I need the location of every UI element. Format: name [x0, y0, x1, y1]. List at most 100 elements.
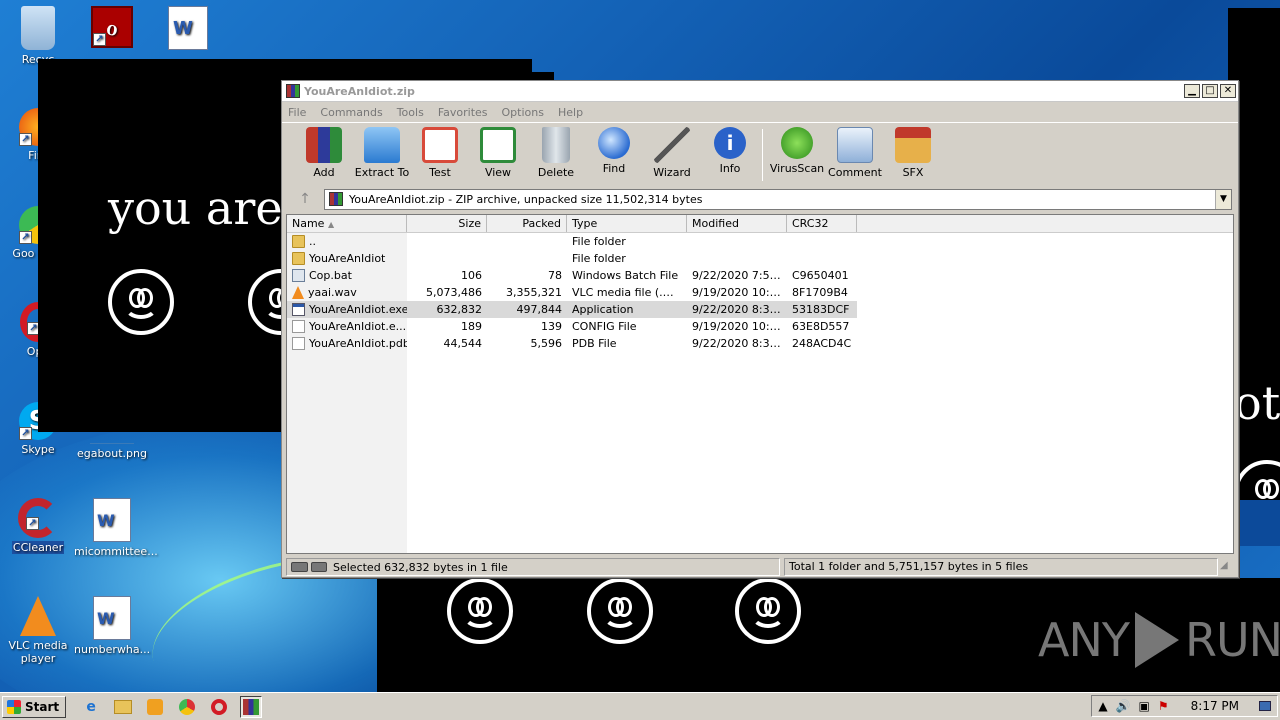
explorer-icon[interactable] — [112, 696, 134, 718]
file-name: YouAreAnIdiot.e... — [287, 320, 407, 333]
add-button[interactable]: Add — [296, 127, 352, 179]
volume-icon[interactable]: 🔊 — [1116, 699, 1131, 713]
file-size: 189 — [461, 320, 482, 333]
file-row[interactable]: Cop.bat 106 78 Windows Batch File 9/22/2020 … — [287, 267, 1233, 284]
menu-bar: File Commands Tools Favorites Options He… — [282, 102, 1238, 122]
media-player-icon[interactable] — [144, 696, 166, 718]
chevron-down-icon[interactable]: ▼ — [1215, 189, 1231, 209]
start-button[interactable]: Start — [2, 695, 67, 718]
smiley-icon — [1234, 460, 1280, 500]
desktop-icon-word[interactable]: W — [150, 6, 226, 53]
smiley-icon — [587, 578, 653, 644]
file-crc32: 53183DCF — [792, 303, 850, 316]
desktop-icon-micommittee[interactable]: W micommittee... — [74, 498, 158, 558]
file-list[interactable]: Name ▲ Size Packed Type Modified CRC32 .… — [286, 214, 1234, 554]
file-modified: 9/19/2020 10:4... — [692, 286, 787, 299]
info-button[interactable]: i Info — [702, 127, 758, 175]
file-modified: 9/19/2020 10:5... — [692, 320, 787, 333]
show-hidden-icons-icon[interactable]: ▲ — [1098, 699, 1107, 713]
column-name[interactable]: Name ▲ — [287, 215, 407, 232]
file-row[interactable]: yaai.wav 5,073,486 3,355,321 VLC media file… — [287, 284, 1233, 301]
file-packed: 3,355,321 — [506, 286, 562, 299]
menu-tools[interactable]: Tools — [397, 106, 424, 119]
file-crc32: 63E8D557 — [792, 320, 850, 333]
file-row[interactable]: .. File folder — [287, 233, 1233, 250]
minimize-button[interactable]: ▁ — [1184, 84, 1200, 98]
menu-favorites[interactable]: Favorites — [438, 106, 488, 119]
flag-icon[interactable]: ⚑ — [1158, 699, 1169, 713]
virusscan-button[interactable]: VirusScan — [769, 127, 825, 175]
menu-commands[interactable]: Commands — [320, 106, 382, 119]
column-type[interactable]: Type — [567, 215, 687, 232]
winrar-icon — [286, 84, 300, 98]
show-desktop-icon[interactable] — [1259, 701, 1271, 711]
menu-help[interactable]: Help — [558, 106, 583, 119]
extract-to-button[interactable]: Extract To — [354, 127, 410, 179]
virusscan-icon — [781, 127, 813, 159]
opera-icon[interactable] — [208, 696, 230, 718]
wav-file-icon — [292, 286, 304, 299]
file-modified: 9/22/2020 7:53... — [692, 269, 787, 282]
maximize-button[interactable]: □ — [1202, 84, 1218, 98]
vlc-icon — [20, 596, 56, 636]
resize-grip-icon[interactable]: ◢ — [1220, 560, 1234, 574]
recycle-bin-icon — [21, 6, 55, 50]
desktop-icon-numberwha[interactable]: W numberwha... — [74, 596, 150, 656]
comment-icon — [837, 127, 873, 163]
network-icon[interactable]: ▣ — [1139, 699, 1150, 713]
test-icon — [422, 127, 458, 163]
path-combobox[interactable]: YouAreAnIdiot.zip - ZIP archive, unpacke… — [324, 188, 1232, 210]
menu-file[interactable]: File — [288, 106, 306, 119]
delete-button[interactable]: Delete — [528, 127, 584, 179]
column-size[interactable]: Size — [407, 215, 487, 232]
view-button[interactable]: View — [470, 127, 526, 179]
desktop-icon-ccleaner[interactable]: ↗ CCleaner — [0, 498, 76, 554]
test-button[interactable]: Test — [412, 127, 468, 179]
file-type: File folder — [572, 235, 626, 248]
taskbar: Start e ▲ 🔊 ▣ ⚑ 8:17 PM — [0, 692, 1280, 720]
anyrun-watermark: ANY RUN — [1038, 612, 1280, 668]
wizard-icon — [654, 127, 690, 163]
file-size: 106 — [461, 269, 482, 282]
clock[interactable]: 8:17 PM — [1191, 699, 1239, 713]
drive-icon[interactable] — [291, 562, 327, 572]
wizard-button[interactable]: Wizard — [644, 127, 700, 179]
column-modified[interactable]: Modified — [687, 215, 787, 232]
file-rows: .. File folder YouAreAnIdiot File folder Cop… — [287, 233, 1233, 352]
zip-archive-icon — [329, 192, 343, 206]
file-packed: 78 — [548, 269, 562, 282]
sfx-button[interactable]: SFX — [885, 127, 941, 179]
file-type: Application — [572, 303, 634, 316]
desktop-icon-vlc[interactable]: VLC media player — [0, 596, 76, 665]
doc-file-icon — [292, 320, 305, 333]
title-bar[interactable]: YouAreAnIdiot.zip ▁ □ ✕ — [282, 81, 1238, 102]
word-doc-icon: W — [93, 498, 131, 542]
menu-options[interactable]: Options — [502, 106, 544, 119]
file-row[interactable]: YouAreAnIdiot.exe 632,832 497,844 Applicati… — [287, 301, 857, 318]
winrar-taskbar-icon[interactable] — [240, 695, 263, 718]
file-row[interactable]: YouAreAnIdiot File folder — [287, 250, 1233, 267]
ie-icon[interactable]: e — [80, 696, 102, 718]
word-icon: W — [168, 6, 208, 50]
file-name: yaai.wav — [287, 286, 407, 299]
find-button[interactable]: Find — [586, 127, 642, 175]
winrar-window[interactable]: YouAreAnIdiot.zip ▁ □ ✕ File Commands To… — [281, 80, 1239, 578]
column-crc32[interactable]: CRC32 — [787, 215, 857, 232]
file-crc32: C9650401 — [792, 269, 849, 282]
folder-icon — [292, 252, 305, 265]
comment-button[interactable]: Comment — [827, 127, 883, 179]
word-doc-icon: W — [93, 596, 131, 640]
up-one-level-button[interactable]: ↑ — [286, 188, 324, 210]
status-bar: Selected 632,832 bytes in 1 file Total 1… — [286, 558, 1234, 576]
desktop-icon-recycle-bin[interactable]: Recyc — [0, 6, 76, 66]
file-row[interactable]: YouAreAnIdiot.e... 189 139 CONFIG File 9/19/… — [287, 318, 1233, 335]
desktop-icon-acrobat[interactable]: ℴ ↗ — [74, 6, 150, 51]
folder-icon — [292, 235, 305, 248]
close-button[interactable]: ✕ — [1220, 84, 1236, 98]
chrome-icon[interactable] — [176, 696, 198, 718]
file-type: File folder — [572, 252, 626, 265]
archive-path: YouAreAnIdiot.zip - ZIP archive, unpacke… — [349, 192, 703, 206]
file-row[interactable]: YouAreAnIdiot.pdb 44,544 5,596 PDB File 9/22… — [287, 335, 1233, 352]
column-packed[interactable]: Packed — [487, 215, 567, 232]
file-size: 5,073,486 — [426, 286, 482, 299]
